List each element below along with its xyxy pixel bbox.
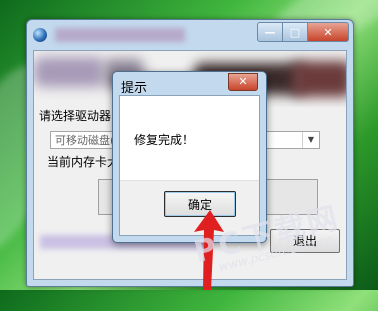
dialog-close-button[interactable]: ✕: [228, 73, 258, 91]
blur-blob: [34, 57, 104, 87]
main-titlebar[interactable]: — □ ✕: [27, 20, 353, 48]
drive-group-label: 请选择驱动器: [39, 109, 112, 123]
obscured-title: [55, 28, 185, 42]
close-button[interactable]: ✕: [308, 22, 349, 42]
minimize-button[interactable]: —: [257, 22, 283, 42]
caption-buttons: — □ ✕: [257, 22, 349, 42]
drive-select-value: 可移动磁盘(: [55, 134, 115, 147]
maximize-button[interactable]: □: [283, 22, 308, 42]
dialog-message: 修复完成！: [134, 133, 195, 147]
memory-card-label: 当前内存卡大: [47, 155, 120, 169]
app-globe-icon: [33, 28, 47, 42]
dialog-title: 提示: [121, 81, 148, 96]
chevron-down-icon[interactable]: ▼: [302, 132, 319, 148]
blur-blob: [292, 61, 346, 97]
